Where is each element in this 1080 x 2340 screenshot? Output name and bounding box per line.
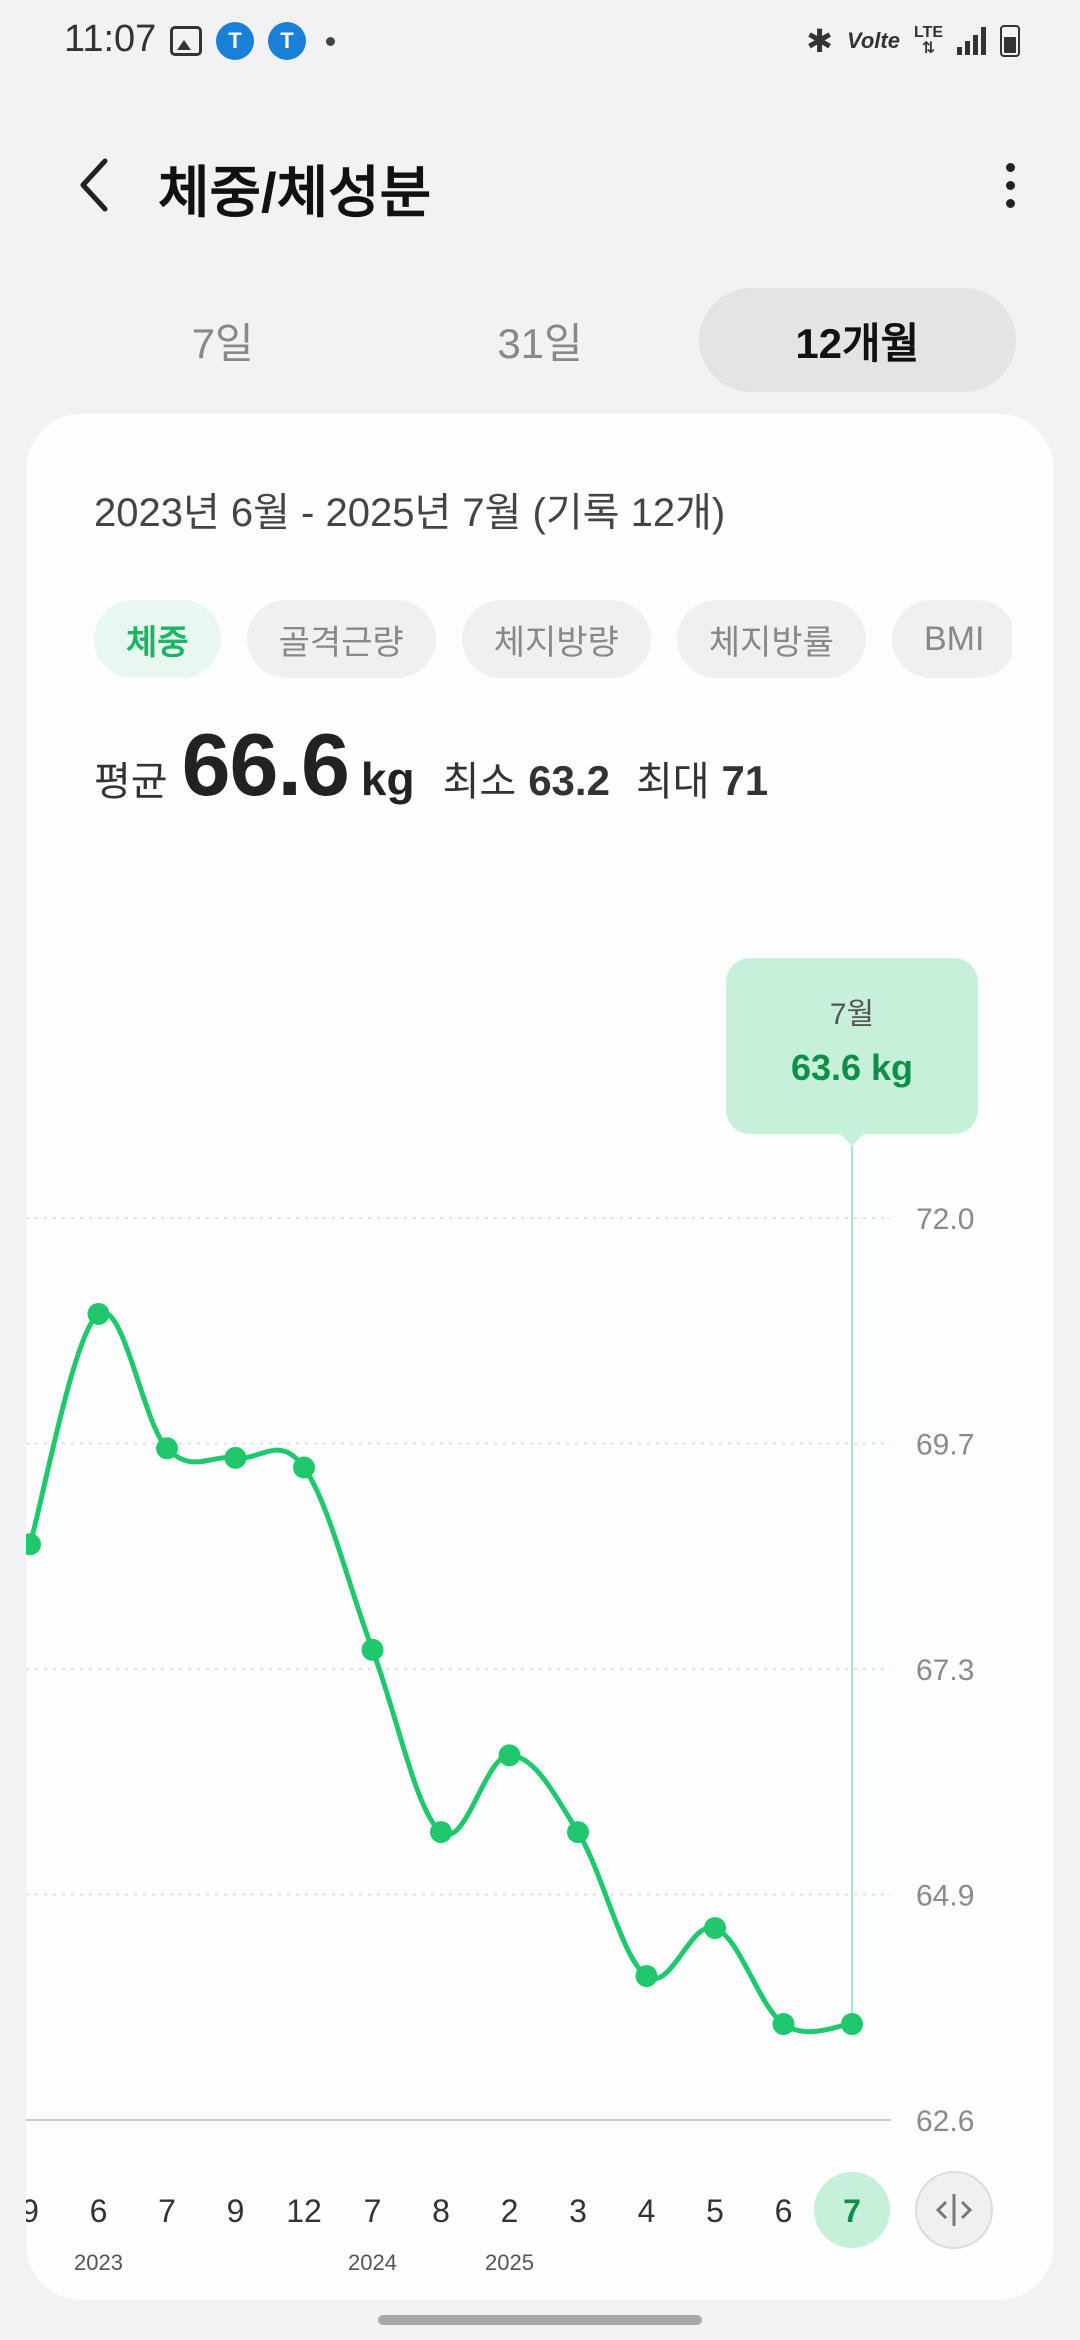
lte-icon: LTE ⇅ (913, 24, 943, 57)
notification-icons: T T (170, 22, 335, 60)
y-tick-label: 64.9 (916, 1880, 974, 1913)
y-tick-label: 62.6 (916, 2105, 974, 2138)
year-label: 2023 (74, 2250, 123, 2275)
y-tick-label: 69.7 (916, 1429, 974, 1462)
x-tick-label: 4 (638, 2193, 656, 2229)
status-time: 11:07 (64, 18, 157, 60)
year-label: 2025 (485, 2250, 534, 2275)
data-point-4 (293, 1456, 315, 1479)
status-bar: 11:07 T T ✱ Volte LTE ⇅ (0, 0, 1080, 84)
x-tick-label: 9 (227, 2193, 245, 2229)
more-vertical-icon (1005, 162, 1015, 172)
weight-line-chart[interactable]: 72.0 69.7 67.3 64.9 62.6 7월 63.6 kg 9 6 7 9 12 7 8 2 3 4… (26, 414, 1054, 2300)
y-tick-label: 72.0 (916, 1203, 974, 1236)
y-tick-label: 67.3 (916, 1654, 974, 1687)
data-point-8 (567, 1821, 589, 1844)
volte-icon: Volte (846, 28, 900, 53)
app-header: 체중/체성분 (0, 130, 1080, 240)
gallery-icon (170, 26, 202, 56)
tooltip-pointer (840, 1134, 864, 1146)
battery-icon (1000, 25, 1020, 57)
tab-12-months[interactable]: 12개월 (698, 288, 1016, 392)
x-tick-label: 7 (364, 2193, 382, 2229)
tooltip-month: 7월 (830, 998, 874, 1031)
more-notifications-dot-icon (326, 36, 335, 46)
app-notification-icon: T (216, 22, 254, 60)
bluetooth-icon: ✱ (806, 23, 833, 59)
back-button[interactable] (64, 150, 124, 220)
data-point-6 (430, 1821, 452, 1844)
year-label: 2024 (348, 2250, 397, 2275)
weight-card: 2023년 6월 - 2025년 7월 (기록 12개) 체중 골격근량 체지방… (26, 414, 1054, 2300)
x-tick-label: 8 (432, 2193, 450, 2229)
tooltip-value: 63.6 kg (791, 1047, 913, 1088)
home-indicator[interactable] (378, 2315, 702, 2325)
data-point-10 (704, 1917, 726, 1940)
x-tick-label: 3 (569, 2193, 587, 2229)
data-point-2 (156, 1437, 178, 1460)
page-title: 체중/체성분 (158, 161, 432, 224)
tab-31-days[interactable]: 31일 (381, 288, 698, 392)
signal-icon (957, 27, 986, 55)
x-tick-label: 5 (706, 2193, 724, 2229)
period-tabs: 7일 31일 12개월 (64, 288, 1016, 392)
data-point-0 (26, 1533, 41, 1556)
data-point-12 (841, 2013, 863, 2036)
data-point-7 (498, 1744, 521, 1767)
x-tick-label: 2 (501, 2193, 519, 2229)
x-tick-label: 6 (90, 2193, 108, 2229)
data-point-11 (772, 2013, 795, 2036)
system-icons: ✱ Volte LTE ⇅ (806, 22, 1020, 60)
x-tick-label: 7 (843, 2193, 861, 2229)
lte-label: LTE (913, 24, 943, 41)
data-point-5 (361, 1638, 384, 1661)
app-notification-icon-2: T (268, 22, 306, 60)
tab-7-days[interactable]: 7일 (64, 288, 381, 392)
more-options-button[interactable] (980, 150, 1040, 220)
tooltip-box (726, 958, 978, 1134)
data-point-1 (87, 1302, 110, 1325)
data-point-3 (224, 1446, 247, 1469)
x-tick-label: 12 (286, 2193, 322, 2229)
data-point-9 (635, 1965, 658, 1988)
series-line (27, 1309, 855, 2035)
x-tick-label: 6 (775, 2193, 793, 2229)
x-tick-label: 9 (26, 2193, 39, 2229)
chevron-left-icon (80, 158, 108, 212)
x-tick-label: 7 (158, 2193, 176, 2229)
